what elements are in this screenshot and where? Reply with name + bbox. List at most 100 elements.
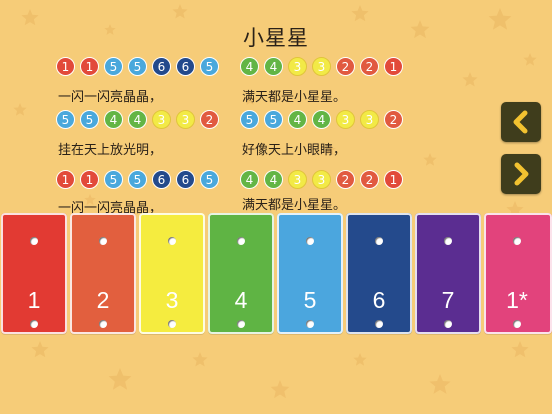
- lyric-line-1-right: 满天都是小星星。: [242, 90, 347, 105]
- lyric-line-2-right: 好像天上小眼睛，: [242, 143, 347, 158]
- note-circle: 5: [128, 57, 147, 76]
- note-circle: 1: [56, 170, 75, 189]
- note-circle: 3: [312, 57, 331, 76]
- note-circle: 5: [80, 110, 99, 129]
- star-icon: [511, 341, 529, 358]
- note-circle: 6: [176, 170, 195, 189]
- note-circle: 2: [360, 170, 379, 189]
- note-circle: 4: [264, 57, 283, 76]
- note-circle: 5: [56, 110, 75, 129]
- note-circle: 4: [128, 110, 147, 129]
- key-6[interactable]: 6: [346, 213, 412, 334]
- note-circle: 3: [312, 170, 331, 189]
- key-peg-icon: [168, 320, 176, 328]
- key-label: 7: [441, 287, 455, 313]
- note-circle: 4: [288, 110, 307, 129]
- song-title: 小星星: [243, 26, 309, 50]
- note-circle: 1: [56, 57, 75, 76]
- key-5[interactable]: 5: [277, 213, 343, 334]
- note-circle: 2: [200, 110, 219, 129]
- star-icon: [13, 103, 27, 116]
- xylophone-keyboard: 1 2 3 4 5 6 7 1*: [0, 213, 552, 335]
- note-circle: 5: [200, 57, 219, 76]
- key-label: 1*: [506, 287, 528, 313]
- key-1-high[interactable]: 1*: [484, 213, 552, 334]
- key-peg-icon: [375, 320, 383, 328]
- key-peg-icon: [513, 237, 521, 245]
- star-icon: [351, 5, 369, 22]
- star-icon: [353, 353, 367, 366]
- key-2[interactable]: 2: [70, 213, 136, 334]
- star-icon: [172, 4, 188, 19]
- note-circle: 3: [336, 110, 355, 129]
- note-circle: 4: [104, 110, 123, 129]
- note-row-1-right: 4433221: [240, 57, 410, 77]
- key-peg-icon: [306, 237, 314, 245]
- note-circle: 6: [152, 57, 171, 76]
- note-circle: 3: [176, 110, 195, 129]
- star-icon: [429, 374, 451, 394]
- prev-page-button[interactable]: [501, 102, 541, 142]
- note-circle: 6: [176, 57, 195, 76]
- key-peg-icon: [168, 237, 176, 245]
- chevron-right-icon: [514, 162, 529, 186]
- note-circle: 1: [384, 170, 403, 189]
- note-circle: 4: [264, 170, 283, 189]
- note-circle: 5: [200, 170, 219, 189]
- note-row-2-left: 5544332: [56, 110, 226, 130]
- star-icon: [423, 153, 437, 166]
- star-icon: [462, 72, 478, 87]
- key-label: 5: [303, 287, 317, 313]
- note-circle: 5: [264, 110, 283, 129]
- note-circle: 1: [80, 170, 99, 189]
- next-page-button[interactable]: [501, 154, 541, 194]
- key-peg-icon: [237, 237, 245, 245]
- note-circle: 3: [288, 57, 307, 76]
- lyric-line-1-left: 一闪一闪亮晶晶，: [58, 90, 163, 105]
- note-circle: 1: [384, 57, 403, 76]
- key-peg-icon: [513, 320, 521, 328]
- key-label: 4: [234, 287, 248, 313]
- key-peg-icon: [30, 320, 38, 328]
- note-circle: 3: [360, 110, 379, 129]
- note-circle: 1: [80, 57, 99, 76]
- note-row-3-left: 1155665: [56, 170, 226, 190]
- key-4[interactable]: 4: [208, 213, 274, 334]
- note-circle: 5: [104, 57, 123, 76]
- note-circle: 5: [104, 170, 123, 189]
- key-peg-icon: [30, 237, 38, 245]
- key-7[interactable]: 7: [415, 213, 481, 334]
- star-icon: [31, 341, 49, 358]
- key-peg-icon: [444, 320, 452, 328]
- note-circle: 4: [240, 57, 259, 76]
- star-icon: [270, 380, 290, 399]
- key-label: 1: [27, 287, 41, 313]
- note-circle: 2: [384, 110, 403, 129]
- key-label: 3: [165, 287, 179, 313]
- note-circle: 5: [128, 170, 147, 189]
- note-circle: 3: [152, 110, 171, 129]
- key-peg-icon: [99, 237, 107, 245]
- key-peg-icon: [375, 237, 383, 245]
- note-circle: 2: [336, 170, 355, 189]
- key-peg-icon: [306, 320, 314, 328]
- note-circle: 6: [152, 170, 171, 189]
- note-row-1-left: 1155665: [56, 57, 226, 77]
- note-circle: 4: [240, 170, 259, 189]
- note-circle: 5: [240, 110, 259, 129]
- key-label: 6: [372, 287, 386, 313]
- key-peg-icon: [99, 320, 107, 328]
- key-label: 2: [96, 287, 110, 313]
- note-circle: 2: [360, 57, 379, 76]
- note-circle: 3: [288, 170, 307, 189]
- key-peg-icon: [444, 237, 452, 245]
- note-row-2-right: 5544332: [240, 110, 410, 130]
- note-circle: 4: [312, 110, 331, 129]
- star-icon: [523, 53, 537, 66]
- key-1[interactable]: 1: [1, 213, 67, 334]
- note-row-3-right: 4433221: [240, 170, 410, 190]
- chevron-left-icon: [513, 110, 528, 134]
- key-peg-icon: [237, 320, 245, 328]
- key-3[interactable]: 3: [139, 213, 205, 334]
- lyric-line-2-left: 挂在天上放光明，: [58, 143, 163, 158]
